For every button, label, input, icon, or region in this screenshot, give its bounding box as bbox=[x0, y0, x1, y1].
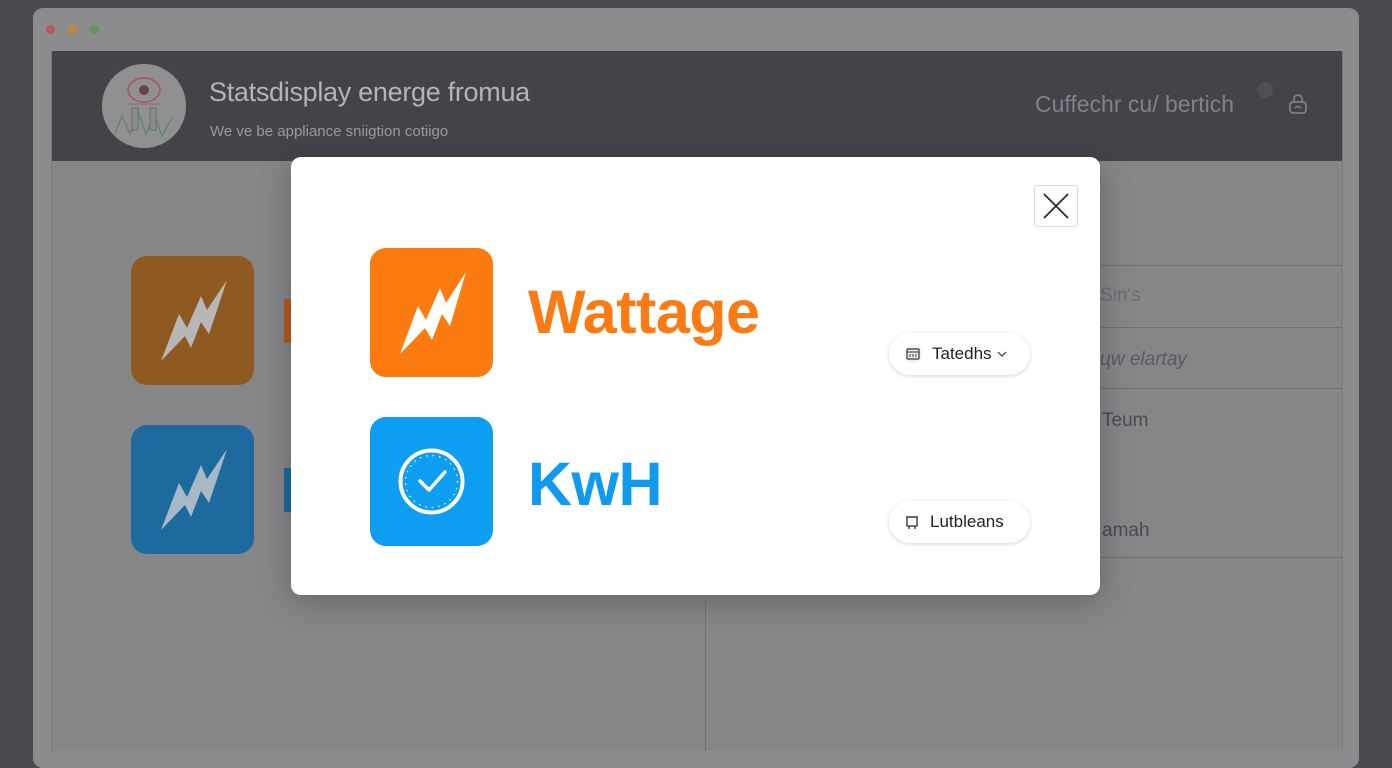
close-icon bbox=[1043, 193, 1069, 219]
kwh-tile[interactable] bbox=[370, 417, 493, 546]
panel-item[interactable]: цw elartay bbox=[1100, 349, 1187, 371]
clock-icon bbox=[398, 448, 465, 515]
lock-icon[interactable] bbox=[1286, 92, 1310, 121]
window-zoom-dot[interactable] bbox=[90, 25, 99, 34]
app-title: Statsdisplay energe fromua bbox=[209, 77, 530, 107]
app-header: Statsdisplay energe fromua We ve be appl… bbox=[52, 51, 1342, 161]
background-kwh-tile bbox=[131, 425, 254, 554]
content-divider bbox=[705, 601, 706, 751]
avatar-illustration-icon bbox=[102, 64, 186, 148]
panel-divider bbox=[1101, 388, 1342, 389]
panel-item[interactable]: amah bbox=[1102, 520, 1150, 542]
panel-item[interactable]: Teum bbox=[1102, 410, 1148, 432]
lutbleans-button[interactable]: Lutbleans bbox=[889, 501, 1030, 543]
close-button[interactable] bbox=[1034, 185, 1078, 227]
calendar-icon bbox=[903, 345, 923, 363]
window-minimize-dot[interactable] bbox=[68, 25, 77, 34]
tatedhs-dropdown[interactable]: Tatedhs bbox=[889, 333, 1030, 375]
panel-divider bbox=[1101, 265, 1342, 266]
header-link[interactable]: Cuffechr cu/ bertich bbox=[1035, 91, 1234, 118]
window-close-dot[interactable] bbox=[46, 25, 55, 34]
wattage-label: Wattage bbox=[528, 278, 760, 346]
status-dot bbox=[1257, 82, 1273, 98]
kwh-label: KwH bbox=[528, 450, 663, 518]
panel-divider bbox=[1101, 327, 1342, 328]
background-wattage-tile bbox=[131, 256, 254, 385]
wattage-tile[interactable] bbox=[370, 248, 493, 377]
panel-item[interactable]: Sin's bbox=[1100, 285, 1141, 307]
avatar[interactable] bbox=[102, 64, 186, 148]
clip-icon bbox=[903, 513, 921, 531]
bolt-icon bbox=[161, 449, 227, 530]
chevron-down-icon bbox=[996, 349, 1008, 359]
button-label: Lutbleans bbox=[930, 512, 1004, 531]
metrics-modal: Wattage Tatedhs KwH Lutbleans bbox=[291, 157, 1100, 595]
bolt-icon bbox=[400, 272, 466, 354]
dropdown-label: Tatedhs bbox=[932, 344, 992, 363]
app-subtitle: We ve be appliance sniigtion cotiigo bbox=[210, 123, 449, 140]
bolt-icon bbox=[161, 280, 227, 361]
